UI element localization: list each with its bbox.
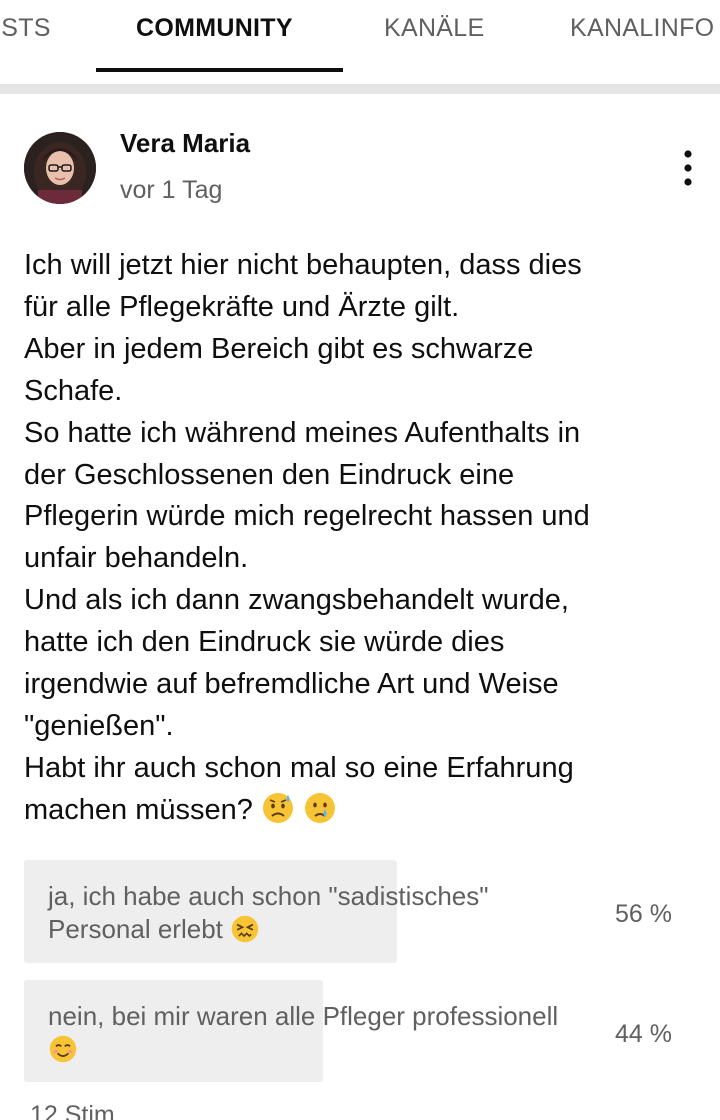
poll-option-label: nein, bei mir waren alle Pfleger profess… — [48, 1000, 568, 1072]
active-tab-indicator — [96, 68, 343, 72]
poll-option-label: ja, ich habe auch schon "sadistisches" P… — [48, 880, 568, 952]
tab-channels[interactable]: KANÄLE — [384, 8, 484, 48]
post-body: Ich will jetzt hier nicht behaupten, das… — [24, 245, 704, 838]
tab-about[interactable]: KANALINFO — [570, 8, 714, 48]
tab-posts[interactable]: ISTS — [0, 8, 51, 48]
avatar-image — [24, 132, 96, 204]
poll-option-text: ja, ich habe auch schon "sadistisches" P… — [48, 881, 489, 944]
poll-option-no[interactable]: nein, bei mir waren alle Pfleger profess… — [24, 980, 696, 1082]
author-name[interactable]: Vera Maria — [120, 128, 250, 159]
poll-option-text: nein, bei mir waren alle Pfleger profess… — [48, 1001, 559, 1031]
three-dots-vertical-icon — [684, 150, 692, 186]
poll-option-yes[interactable]: ja, ich habe auch schon "sadistisches" P… — [24, 860, 696, 963]
author-avatar[interactable] — [24, 132, 96, 204]
channel-tab-bar: ISTS COMMUNITY KANÄLE KANALINFO — [0, 0, 720, 72]
crying-emoji-icon — [303, 791, 337, 838]
vote-count: 12 Stim — [30, 1101, 115, 1120]
poll-percent-yes: 56 % — [615, 900, 672, 928]
post-text: Ich will jetzt hier nicht behaupten, das… — [24, 249, 590, 826]
smiling-emoji-icon — [48, 1034, 78, 1072]
more-options-button[interactable] — [668, 146, 708, 190]
sad-sweat-emoji-icon — [261, 791, 295, 838]
section-divider — [0, 84, 720, 94]
tab-community[interactable]: COMMUNITY — [136, 8, 293, 48]
poll-percent-no: 44 % — [615, 1020, 672, 1048]
post-timestamp: vor 1 Tag — [120, 176, 223, 204]
confounded-emoji-icon — [230, 914, 260, 952]
